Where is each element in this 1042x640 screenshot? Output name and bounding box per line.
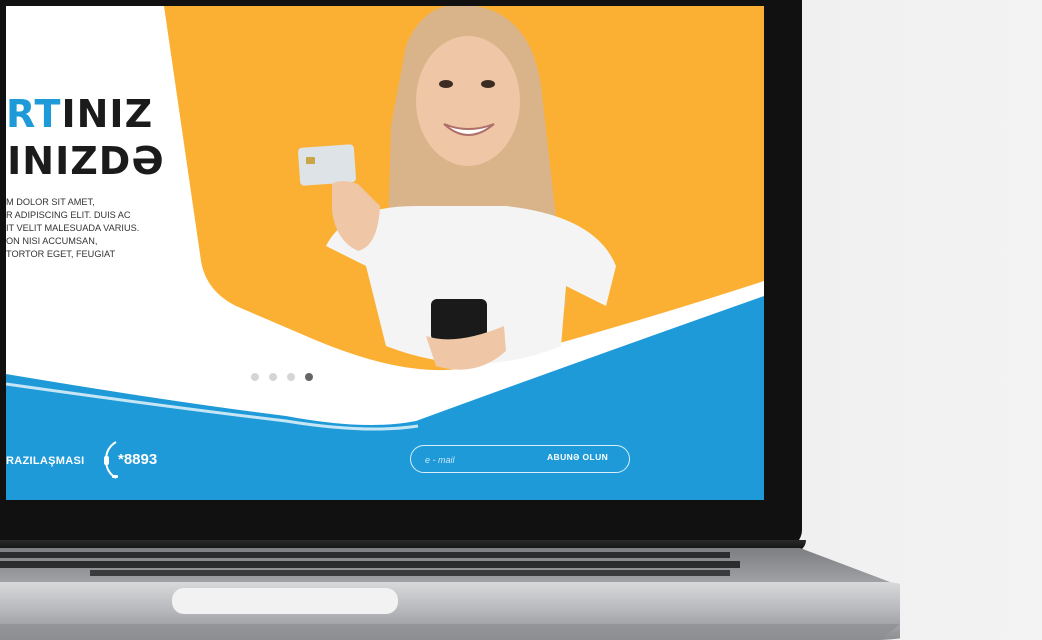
laptop-base — [0, 548, 900, 640]
slider-dot-2[interactable] — [269, 373, 277, 381]
headline-accent: RT — [6, 92, 62, 136]
description-line: IT VELIT MALESUADA VARIUS. — [6, 223, 140, 233]
left-eye — [439, 80, 453, 88]
smartphone — [431, 299, 487, 341]
card-chip — [306, 157, 315, 164]
newsletter-form: ABUNƏ OLUN — [410, 445, 630, 473]
email-input[interactable] — [423, 450, 537, 470]
description-line: ON NISI ACCUMSAN, — [6, 236, 98, 246]
keyboard-row — [0, 561, 740, 568]
face — [416, 36, 520, 166]
headline-rest: INIZDƏ — [7, 139, 165, 183]
agreement-link[interactable]: RAZILAŞMASI — [6, 455, 84, 467]
hotline-number[interactable]: *8893 — [118, 451, 157, 468]
hero-description: M DOLOR SIT AMET, R ADIPISCING ELIT. DUI… — [6, 196, 156, 261]
subscribe-button[interactable]: ABUNƏ OLUN — [547, 452, 608, 462]
slider-dot-4[interactable] — [305, 373, 313, 381]
right-eye — [481, 80, 495, 88]
hero-headline-line1: RTINIZ — [6, 92, 153, 136]
credit-card — [298, 144, 356, 186]
website-screen: RTINIZ İINIZDƏ M DOLOR SIT AMET, R ADIPI… — [6, 6, 764, 500]
headline-rest: INIZ — [61, 92, 154, 136]
hero-headline-line2: İINIZDƏ — [6, 139, 165, 183]
description-line: TORTOR EGET, FEUGIAT — [6, 249, 116, 259]
slider-dot-3[interactable] — [287, 373, 295, 381]
description-line: M DOLOR SIT AMET, — [6, 197, 95, 207]
laptop-lip — [0, 624, 900, 640]
keyboard-row — [0, 552, 730, 558]
slider-dot-1[interactable] — [251, 373, 259, 381]
description-line: R ADIPISCING ELIT. DUIS AC — [6, 210, 131, 220]
keyboard-row — [90, 570, 730, 576]
trackpad — [172, 588, 398, 614]
